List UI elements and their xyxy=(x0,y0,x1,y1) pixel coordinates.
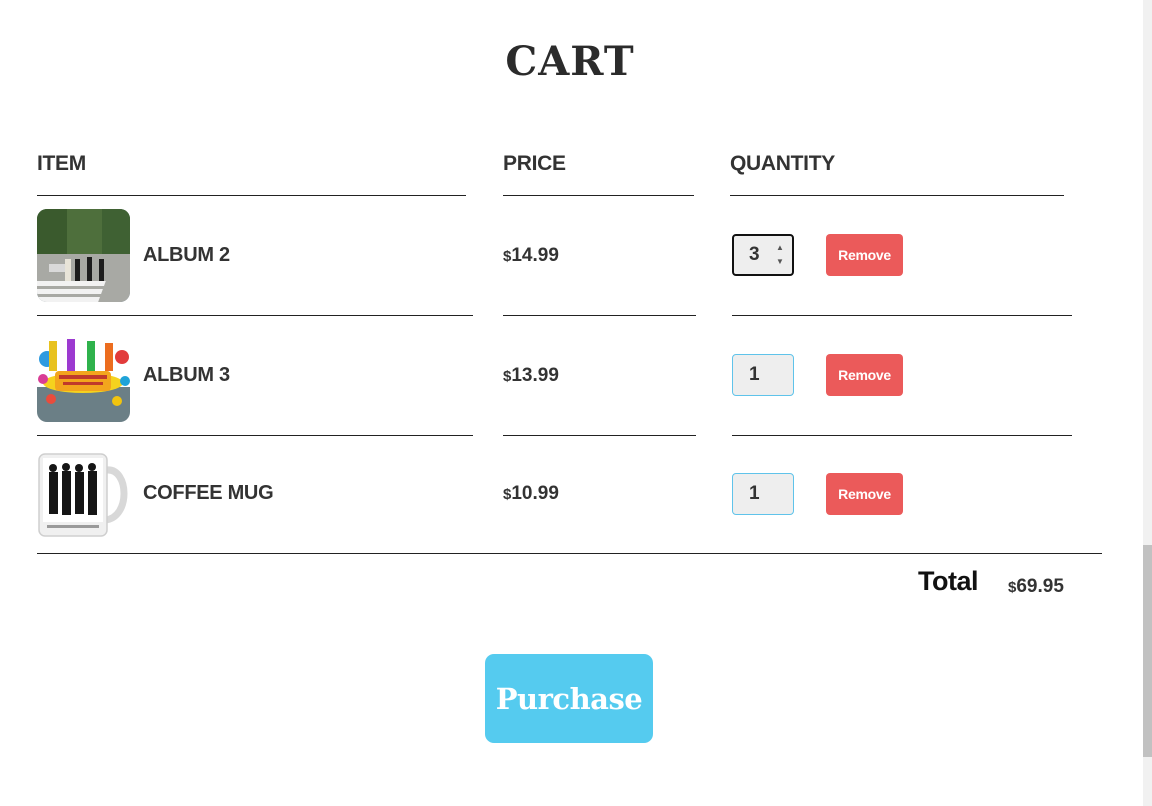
remove-button[interactable]: Remove xyxy=(826,234,903,276)
row-divider xyxy=(732,315,1072,316)
total-divider xyxy=(37,553,1102,554)
quantity-value: 3 xyxy=(749,244,760,265)
album-cover-image xyxy=(37,209,130,302)
quantity-input[interactable]: 3 ▲ ▼ xyxy=(732,234,794,276)
remove-button[interactable]: Remove xyxy=(826,473,903,515)
header-divider xyxy=(503,195,694,196)
cart-page: CART ITEM PRICE QUANTITY ALBUM 2 $14.99 … xyxy=(0,0,1152,806)
item-price: $10.99 xyxy=(503,483,559,505)
stepper-up-icon[interactable]: ▲ xyxy=(776,244,784,252)
item-name: ALBUM 3 xyxy=(143,364,230,386)
quantity-value: 1 xyxy=(749,364,760,385)
total-value: $69.95 xyxy=(1008,576,1064,598)
yellow-submarine-cover-icon xyxy=(37,329,130,422)
column-header-item: ITEM xyxy=(37,152,86,175)
page-title: CART xyxy=(505,38,635,85)
quantity-input[interactable]: 1 xyxy=(732,354,794,396)
price-value: 14.99 xyxy=(511,245,559,266)
item-name: COFFEE MUG xyxy=(143,482,274,504)
mug-image xyxy=(37,448,130,541)
row-divider xyxy=(732,435,1072,436)
header-divider xyxy=(37,195,466,196)
item-name: ALBUM 2 xyxy=(143,244,230,266)
row-divider xyxy=(37,435,473,436)
column-header-quantity: QUANTITY xyxy=(730,152,835,175)
price-value: 10.99 xyxy=(511,483,559,504)
total-label: Total xyxy=(918,566,979,596)
coffee-mug-icon xyxy=(37,448,130,541)
header-divider xyxy=(730,195,1064,196)
item-price: $14.99 xyxy=(503,245,559,267)
purchase-button[interactable]: Purchase xyxy=(485,654,653,743)
scrollbar-thumb[interactable] xyxy=(1143,545,1152,757)
column-header-price: PRICE xyxy=(503,152,566,175)
quantity-stepper[interactable]: ▲ ▼ xyxy=(775,244,785,266)
album-cover-image xyxy=(37,329,130,422)
total-amount: 69.95 xyxy=(1016,576,1064,597)
item-price: $13.99 xyxy=(503,365,559,387)
row-divider xyxy=(503,435,696,436)
stepper-down-icon[interactable]: ▼ xyxy=(776,258,784,266)
quantity-value: 1 xyxy=(749,483,760,504)
row-divider xyxy=(37,315,473,316)
scrollbar-track[interactable] xyxy=(1143,0,1152,806)
row-divider xyxy=(503,315,696,316)
abbey-road-cover-icon xyxy=(37,209,130,302)
price-value: 13.99 xyxy=(511,365,559,386)
quantity-input[interactable]: 1 xyxy=(732,473,794,515)
remove-button[interactable]: Remove xyxy=(826,354,903,396)
